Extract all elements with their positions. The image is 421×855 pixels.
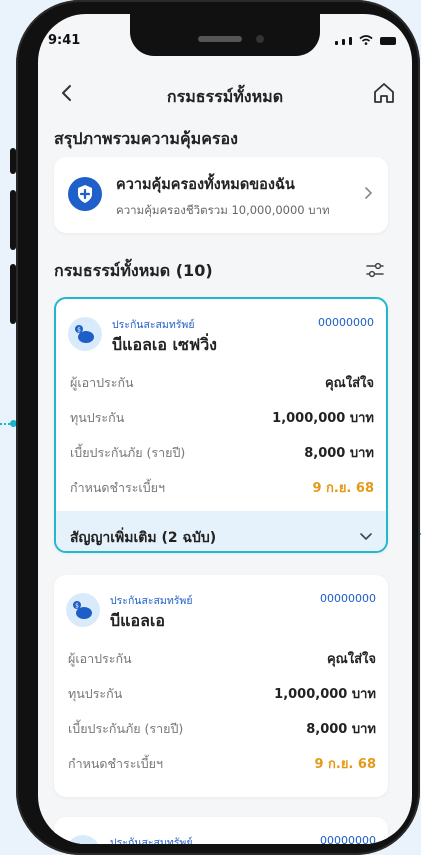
policy-type: ประกันสะสมทรัพย์ [110, 595, 193, 607]
policy-row-premium: เบี้ยประกันภัย (รายปี) 8,000 บาท [56, 433, 386, 468]
rider-expand-row[interactable]: สัญญาเพิ่มเติม (2 ฉบับ) [56, 511, 386, 551]
policies-title: กรมธรรม์ทั้งหมด (10) [54, 261, 213, 280]
policy-row-premium: เบี้ยประกันภัย (รายปี) 8,000 บาท [54, 709, 388, 744]
page-title: กรมธรรม์ทั้งหมด [166, 87, 284, 106]
row-label: ผู้เอาประกัน [70, 375, 134, 390]
policy-number: 00000000 [318, 316, 374, 329]
row-label: เบี้ยประกันภัย (รายปี) [70, 445, 186, 460]
row-label: เบี้ยประกันภัย (รายปี) [68, 721, 184, 736]
policy-number: 00000000 [320, 592, 376, 605]
summary-section-title: สรุปภาพรวมความคุ้มครอง [54, 129, 238, 148]
status-icons [335, 35, 396, 45]
camera [256, 35, 264, 43]
row-label: กำหนดชำระเบี้ยฯ [70, 480, 165, 495]
status-bar: 9:41 [38, 14, 412, 60]
policy-type: ประกันสะสมทรัพย์ [110, 837, 193, 844]
speaker [198, 36, 242, 42]
coverage-title: ความคุ้มครองทั้งหมดของฉัน [116, 177, 295, 193]
policy-row-due-date: กำหนดชำระเบี้ยฯ 9 ก.ย. 68 [56, 468, 386, 503]
policy-name: บีแอลเอ [110, 611, 165, 630]
rider-label: สัญญาเพิ่มเติม (2 ฉบับ) [70, 530, 217, 546]
row-value: คุณใส่ใจ [324, 376, 374, 391]
wifi-icon [359, 35, 373, 45]
row-label: ทุนประกัน [70, 410, 125, 425]
status-time: 9:41 [48, 33, 81, 48]
policy-row-due-date: กำหนดชำระเบี้ยฯ 9 ก.ย. 68 [54, 744, 388, 779]
policy-row-insured: ผู้เอาประกัน คุณใส่ใจ [54, 639, 388, 674]
policy-type: ประกันสะสมทรัพย์ [112, 319, 195, 331]
shield-icon [68, 177, 102, 211]
nav-bar: กรมธรรม์ทั้งหมด [38, 74, 412, 114]
row-label: กำหนดชำระเบี้ยฯ [68, 756, 163, 771]
piggy-bank-icon: $ [68, 317, 102, 351]
notch [130, 14, 320, 56]
due-date-value: 9 ก.ย. 68 [314, 757, 376, 772]
battery-icon [380, 37, 396, 45]
policy-row-insured: ผู้เอาประกัน คุณใส่ใจ [56, 363, 386, 398]
row-value: 1,000,000 บาท [272, 411, 374, 426]
policy-number: 00000000 [320, 834, 376, 844]
policy-card[interactable]: $ ประกันสะสมทรัพย์ 00000000 บีแอลเอ เซฟว… [54, 297, 388, 553]
row-value: 1,000,000 บาท [274, 687, 376, 702]
row-value: 8,000 บาท [306, 722, 376, 737]
signal-icon [335, 41, 338, 45]
coverage-subtitle: ความคุ้มครองชีวิตรวม 10,000,0000 บาท [116, 203, 330, 217]
due-date-value: 9 ก.ย. 68 [312, 481, 374, 496]
policies-header: กรมธรรม์ทั้งหมด (10) [54, 259, 388, 283]
piggy-bank-icon [66, 835, 100, 844]
policy-row-sum-insured: ทุนประกัน 1,000,000 บาท [54, 674, 388, 709]
home-icon[interactable] [370, 79, 398, 107]
mute-switch [10, 148, 16, 174]
policy-row-sum-insured: ทุนประกัน 1,000,000 บาท [56, 398, 386, 433]
svg-text:$: $ [77, 327, 81, 334]
volume-up-button [10, 190, 16, 250]
app-screen: 9:41 กรมธรรม์ทั้งหมด สรุปภาพรวมความคุ้มค… [38, 14, 412, 844]
policy-card[interactable]: $ ประกันสะสมทรัพย์ 00000000 บีแอลเอ ผู้เ… [54, 575, 388, 797]
volume-down-button [10, 264, 16, 324]
row-label: ผู้เอาประกัน [68, 651, 132, 666]
policy-card[interactable]: ประกันสะสมทรัพย์ 00000000 [54, 817, 388, 844]
filter-icon[interactable] [364, 259, 386, 281]
policy-name: บีแอลเอ เซฟวิ่ง [112, 335, 217, 354]
svg-text:$: $ [75, 603, 79, 610]
row-label: ทุนประกัน [68, 686, 123, 701]
coverage-summary-card[interactable]: ความคุ้มครองทั้งหมดของฉัน ความคุ้มครองชี… [54, 157, 388, 233]
piggy-bank-icon: $ [66, 593, 100, 627]
chevron-right-icon [365, 187, 373, 199]
chevron-down-icon[interactable] [358, 528, 374, 544]
row-value: คุณใส่ใจ [326, 652, 376, 667]
row-value: 8,000 บาท [304, 446, 374, 461]
